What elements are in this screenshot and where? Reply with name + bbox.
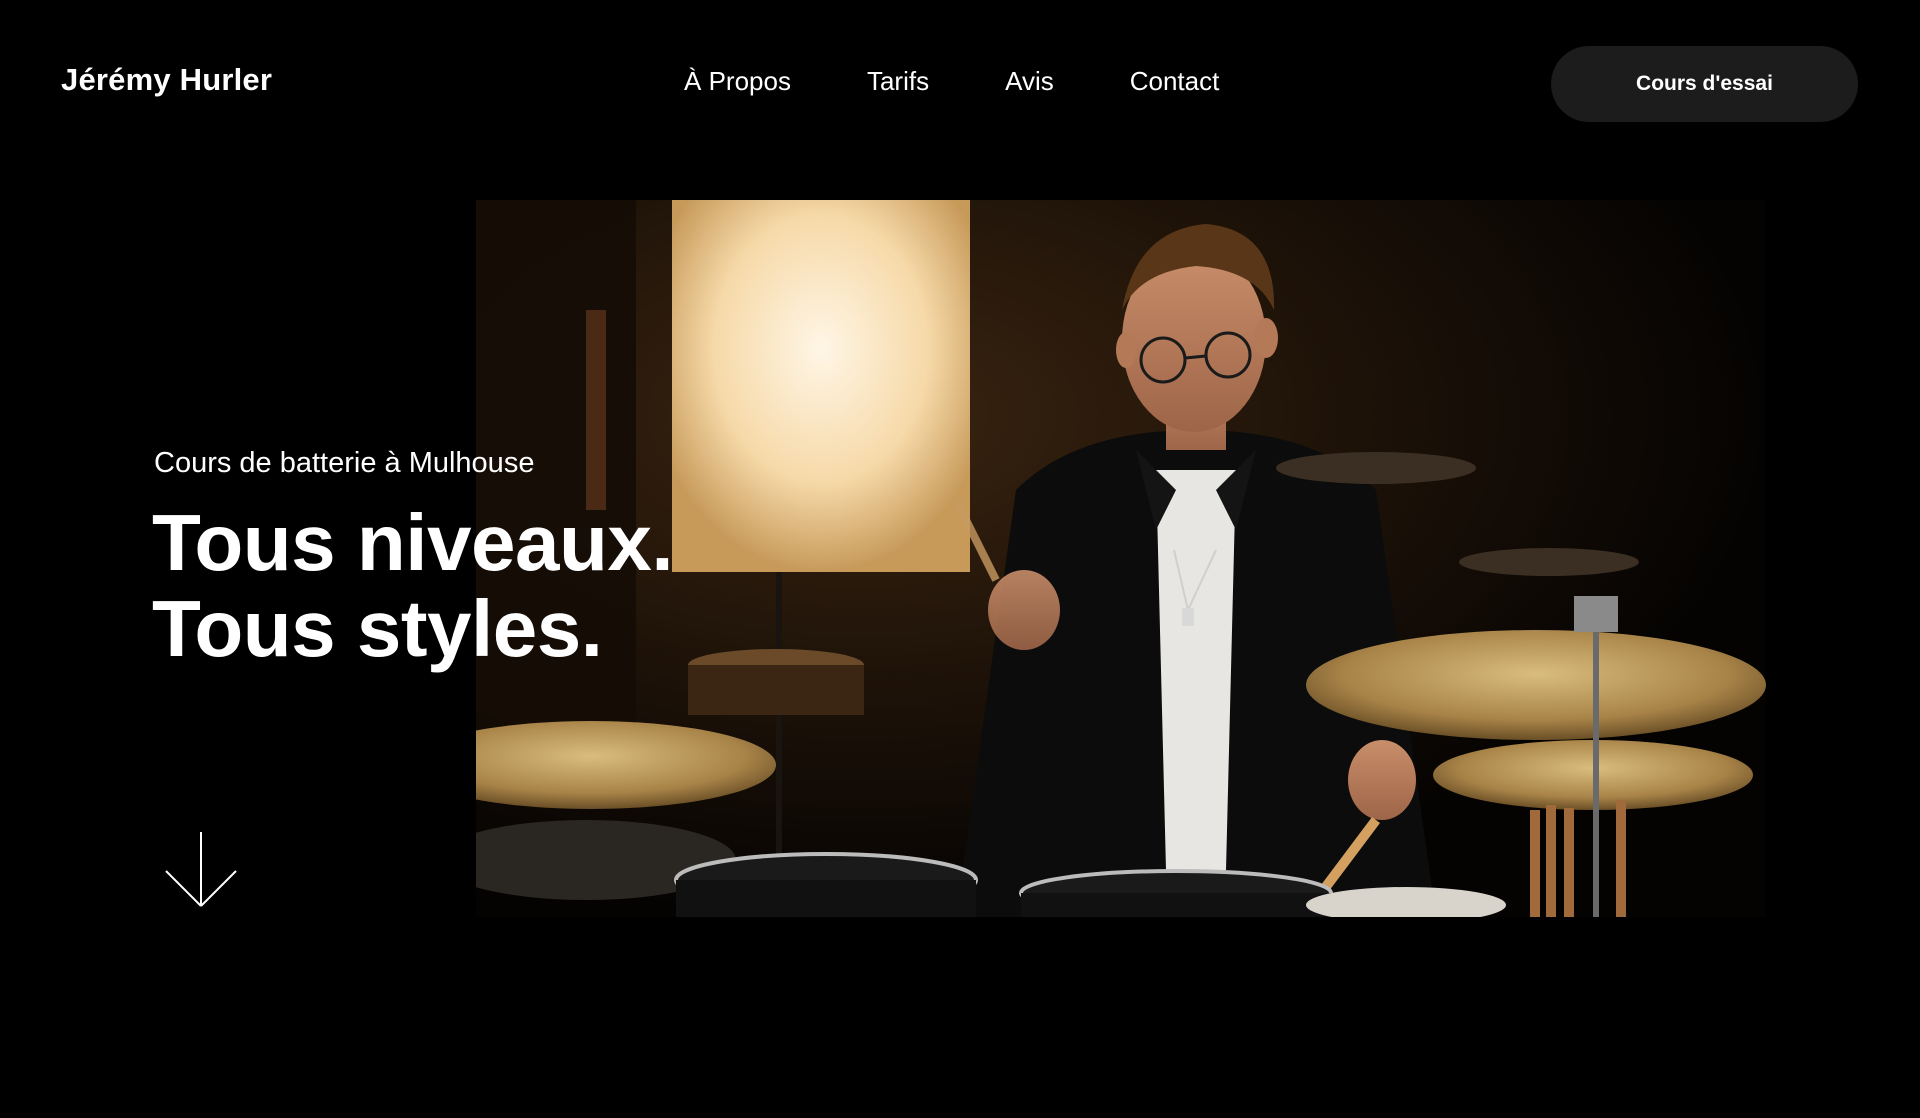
nav-link-a-propos[interactable]: À Propos [684, 66, 791, 97]
hero-subtitle: Cours de batterie à Mulhouse [154, 447, 535, 479]
headline-line-1: Tous niveaux. [152, 498, 674, 587]
page: Jérémy Hurler À Propos Tarifs Avis Conta… [0, 0, 1920, 1118]
trial-lesson-button[interactable]: Cours d'essai [1551, 46, 1858, 122]
nav-link-avis[interactable]: Avis [1005, 66, 1054, 97]
hero-headline: Tous niveaux. Tous styles. [152, 498, 674, 673]
headline-line-2: Tous styles. [152, 584, 603, 673]
nav-link-tarifs[interactable]: Tarifs [867, 66, 929, 97]
main-nav: À Propos Tarifs Avis Contact [684, 66, 1219, 97]
nav-link-contact[interactable]: Contact [1130, 66, 1220, 97]
brand-logo-link[interactable]: Jérémy Hurler [61, 62, 272, 98]
site-header: Jérémy Hurler À Propos Tarifs Avis Conta… [0, 0, 1920, 168]
arrow-down-icon[interactable] [164, 830, 238, 908]
